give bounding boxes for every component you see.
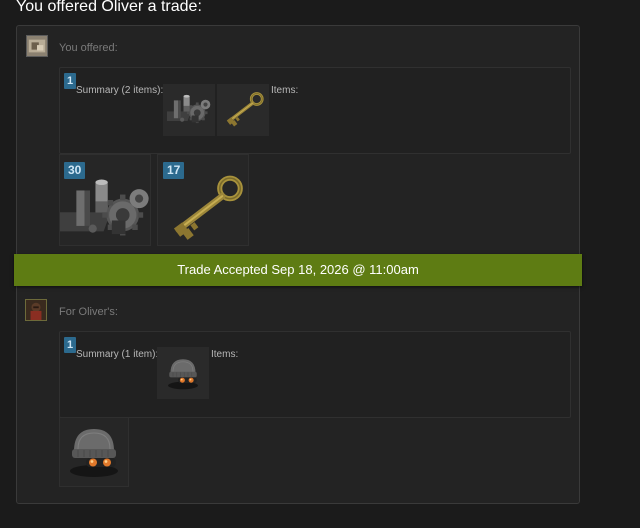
key-icon [225,91,264,129]
beanie-goggles-hat-icon [69,428,119,478]
item-tile-gears[interactable]: 30 [59,154,151,246]
my-avatar[interactable] [26,35,48,57]
page-title: You offered Oliver a trade: [16,0,202,15]
summary-thumb-hat[interactable] [157,347,209,399]
trade-accepted-banner: Trade Accepted Sep 18, 2026 @ 11:00am [14,254,582,286]
item-count-badge: 17 [163,162,185,179]
item-tile-hat[interactable] [59,417,129,487]
summary-count-badge: 1 [64,73,77,89]
beanie-goggles-hat-icon [167,358,199,390]
for-partner-label: For Oliver's: [59,306,118,318]
trade-offer-page: You offered Oliver a trade: You offered:… [0,0,640,528]
summary-label: Summary (1 item): [76,349,159,360]
you-offered-label: You offered: [59,42,118,54]
summary-thumb-gears[interactable] [163,84,215,136]
summary-thumb-key[interactable] [217,84,269,136]
summary-items-label: Items: [271,85,299,96]
item-tile-key[interactable]: 17 [157,154,249,246]
gears-icon [167,94,211,124]
for-summary-box: 1 Summary (1 item): Items: [59,331,571,418]
item-count-badge: 30 [64,162,86,179]
partner-avatar[interactable] [25,299,47,321]
offered-summary-box: 1 Summary (2 items): Items: [59,67,571,154]
summary-items-label: Items: [211,349,239,360]
summary-count-badge: 1 [64,337,77,353]
summary-label: Summary (2 items): [76,85,164,96]
